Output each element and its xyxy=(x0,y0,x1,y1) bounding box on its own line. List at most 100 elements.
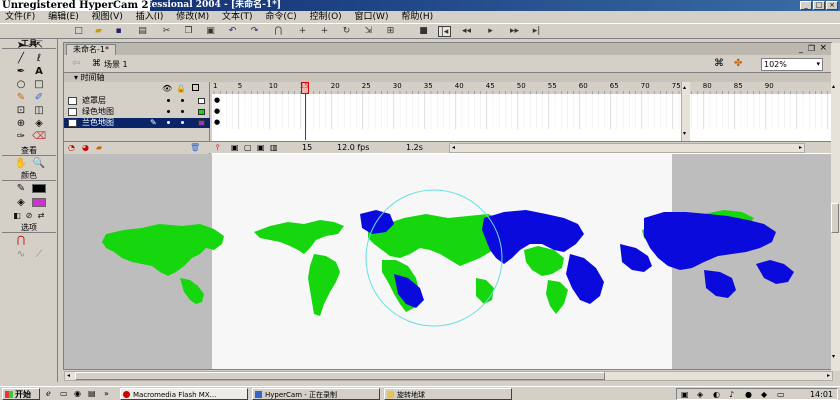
menu-control[interactable]: 控制(O) xyxy=(305,11,347,23)
close-button[interactable]: × xyxy=(826,1,838,10)
menu-insert[interactable]: 插入(I) xyxy=(131,11,169,23)
document-tab[interactable]: 未命名-1* xyxy=(66,44,116,55)
menu-modify[interactable]: 修改(M) xyxy=(171,11,214,23)
add-guide-icon[interactable]: ◕ xyxy=(82,143,89,152)
swap-colors-icon[interactable]: ⇄ xyxy=(34,209,48,222)
layer-color-swatch[interactable] xyxy=(198,120,205,126)
eraser-tool-icon[interactable]: ⌫ xyxy=(32,130,46,143)
cut-icon[interactable]: ✂ xyxy=(160,26,173,37)
timeline-vscroll[interactable]: ▴ ▾ xyxy=(681,82,690,141)
align-icon[interactable]: ⊞ xyxy=(384,26,397,37)
rotate-icon[interactable]: ↻ xyxy=(340,26,353,37)
redo-icon[interactable]: ↷ xyxy=(248,26,261,37)
quick-launch-desktop-icon[interactable]: ▭ xyxy=(60,389,68,398)
start-button[interactable]: 开始 xyxy=(2,388,40,400)
doc-restore-icon[interactable]: ❐ xyxy=(808,44,815,53)
stop-icon[interactable]: ■ xyxy=(417,26,430,37)
lock-dot[interactable] xyxy=(181,110,184,113)
copy-icon[interactable]: ❐ xyxy=(182,26,195,37)
rewind-icon[interactable]: |◂ xyxy=(438,26,451,37)
document-hscroll[interactable]: ◂ ▸ xyxy=(64,371,833,381)
scroll-thumb[interactable] xyxy=(831,203,839,233)
lock-dot[interactable] xyxy=(181,99,184,102)
playhead[interactable] xyxy=(301,82,309,94)
keyframe-mask[interactable]: ● xyxy=(212,95,310,105)
new-file-icon[interactable]: □ xyxy=(72,26,85,37)
menu-view[interactable]: 视图(V) xyxy=(87,11,128,23)
scroll-thumb[interactable] xyxy=(75,372,605,380)
task-flash[interactable]: Macromedia Flash MX... xyxy=(120,388,248,400)
visibility-dot[interactable] xyxy=(167,110,170,113)
menu-commands[interactable]: 命令(C) xyxy=(260,11,301,23)
document-vscroll[interactable]: ▴ ▾ xyxy=(831,43,840,371)
scene-name[interactable]: 场景 1 xyxy=(104,59,128,70)
fill-color-swatch[interactable] xyxy=(32,198,46,207)
layer-row-blue-map[interactable]: 兰色地图 ✎ xyxy=(64,118,210,128)
quick-launch-more-icon[interactable]: » xyxy=(104,389,109,398)
smooth-option-icon[interactable]: ∿ xyxy=(14,248,28,261)
outline-icon[interactable] xyxy=(192,84,199,91)
scroll-up-icon[interactable]: ▴ xyxy=(683,84,686,91)
pen-tool-icon[interactable]: ✒ xyxy=(14,65,28,78)
center-frame-icon[interactable]: ⫯ xyxy=(216,143,219,153)
play-icon[interactable]: ▸ xyxy=(484,26,497,37)
layer-color-swatch[interactable] xyxy=(198,109,205,115)
task-hypercam[interactable]: HyperCam - 正在录制 xyxy=(252,388,380,400)
brush-tool-icon[interactable]: ✐ xyxy=(32,91,46,104)
insert-layer-icon[interactable]: ◔ xyxy=(68,143,75,152)
tray-monitor-icon[interactable]: ▭ xyxy=(777,390,785,399)
scroll-right-icon[interactable]: ▸ xyxy=(799,144,802,151)
text-tool-icon[interactable]: A xyxy=(32,65,46,78)
chevron-down-icon[interactable]: ▾ xyxy=(816,59,820,70)
lock-dot[interactable] xyxy=(181,121,184,124)
step-forward-icon[interactable]: ▸▸ xyxy=(508,26,521,37)
paint-bucket-tool-icon[interactable]: ◈ xyxy=(32,117,46,130)
visibility-dot[interactable] xyxy=(167,121,170,124)
layer-row-green-map[interactable]: 绿色地图 xyxy=(64,107,210,117)
quick-launch-media-icon[interactable]: ◉ xyxy=(74,389,81,398)
scroll-down-icon[interactable]: ▾ xyxy=(683,130,686,137)
back-arrow-icon[interactable]: ⇦ xyxy=(72,58,80,69)
quick-launch-ie-icon[interactable]: ℯ xyxy=(46,389,51,398)
layer-color-swatch[interactable] xyxy=(198,98,205,104)
oval-tool-icon[interactable]: ○ xyxy=(14,78,28,91)
tray-record-icon[interactable]: ● xyxy=(745,390,752,399)
eyedropper-tool-icon[interactable]: ✑ xyxy=(14,130,28,143)
zoom-select[interactable]: 102% ▾ xyxy=(761,58,823,71)
menu-file[interactable]: 文件(F) xyxy=(0,11,40,23)
menu-edit[interactable]: 编辑(E) xyxy=(43,11,84,23)
mask-circle-outline[interactable] xyxy=(365,189,503,327)
fill-color-icon[interactable]: ◈ xyxy=(14,196,28,209)
tray-shield-icon[interactable]: ◈ xyxy=(697,390,703,399)
timeline-header[interactable]: ▾ 时间轴 xyxy=(64,73,831,82)
scroll-right-icon[interactable]: ▸ xyxy=(827,372,830,379)
rectangle-tool-icon[interactable]: □ xyxy=(32,78,46,91)
minimize-button[interactable]: _ xyxy=(800,1,812,10)
straighten-icon[interactable]: + xyxy=(318,26,331,37)
edit-scene-icon[interactable]: ⌘ xyxy=(714,58,724,69)
pencil-tool-icon[interactable]: ✎ xyxy=(14,91,28,104)
menu-text[interactable]: 文本(T) xyxy=(217,11,258,23)
tray-volume-icon[interactable]: ♪ xyxy=(729,390,734,399)
free-transform-tool-icon[interactable]: ⊡ xyxy=(14,104,28,117)
menu-window[interactable]: 窗口(W) xyxy=(350,11,394,23)
scroll-down-icon[interactable]: ▾ xyxy=(832,353,835,360)
maximize-button[interactable]: □ xyxy=(813,1,825,10)
keyframe-green[interactable]: ● xyxy=(212,106,310,116)
print-icon[interactable]: ▤ xyxy=(136,26,149,37)
stroke-color-swatch[interactable] xyxy=(32,184,46,193)
lock-icon[interactable]: 🔒 xyxy=(176,84,186,93)
scroll-left-icon[interactable]: ◂ xyxy=(67,372,70,379)
onion-outline-icon[interactable]: ▢ xyxy=(244,143,252,152)
line-tool-icon[interactable]: ╱ xyxy=(14,52,28,65)
undo-icon[interactable]: ↶ xyxy=(226,26,239,37)
show-hide-icon[interactable]: 👁 xyxy=(162,84,172,93)
snap-icon[interactable]: ⋂ xyxy=(272,26,285,37)
visibility-dot[interactable] xyxy=(167,99,170,102)
lasso-tool-icon[interactable]: ℓ xyxy=(32,52,46,65)
step-back-icon[interactable]: ◂◂ xyxy=(460,26,473,37)
menu-help[interactable]: 帮助(H) xyxy=(396,11,438,23)
ink-bottle-tool-icon[interactable]: ⊕ xyxy=(14,117,28,130)
open-folder-icon[interactable]: ▰ xyxy=(92,26,105,37)
edit-multiple-icon[interactable]: ▣ xyxy=(257,143,265,152)
